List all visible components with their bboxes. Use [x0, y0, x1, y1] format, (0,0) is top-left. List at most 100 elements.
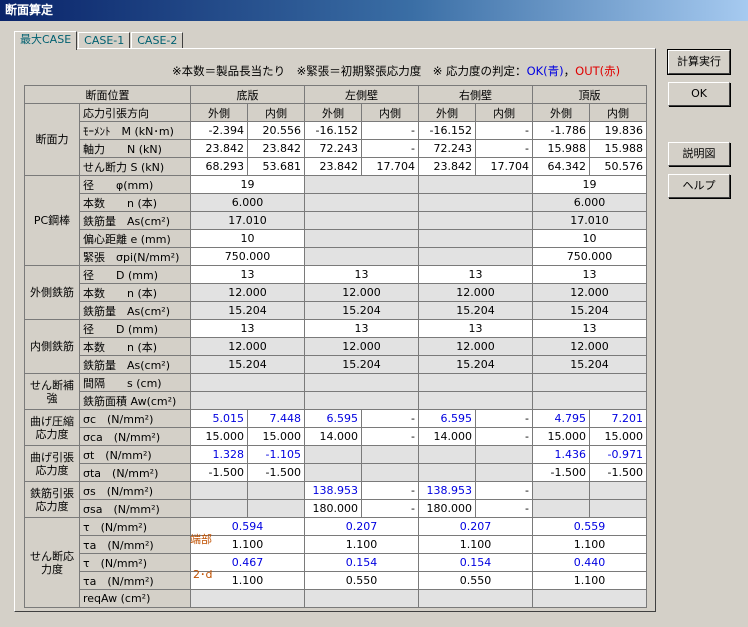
- table-row: τ (N/mm²) 0.467 0.154 0.154 0.440: [25, 553, 647, 572]
- value-cell: -: [475, 481, 533, 500]
- end-marker: 端部: [190, 533, 212, 546]
- value-cell: [475, 445, 533, 464]
- row-label-sr_aw: 鉄筋面積 Aw(cm²): [79, 391, 191, 410]
- value-cell: 4.795: [532, 409, 590, 428]
- section-outer_rebar: 外側鉄筋: [24, 265, 80, 320]
- row-label-taua2: τa (N/mm²): [79, 571, 191, 590]
- value-cell: 138.953: [418, 481, 476, 500]
- row-label-tau1: τ (N/mm²): [79, 517, 191, 536]
- table-row: 鉄筋量 As(cm²) 15.204 15.204 15.204 15.204: [25, 355, 647, 374]
- row-label-reqaw: reqAw (cm²): [79, 589, 191, 608]
- header-row: 断面位置 底版 左側壁 右側壁 頂版: [24, 85, 647, 104]
- value-cell: -: [475, 499, 533, 518]
- header-left: 左側壁: [304, 85, 419, 104]
- value-cell: 15.000: [589, 427, 647, 446]
- value-cell: 15.000: [247, 427, 305, 446]
- row-label-sc: σc (N/mm²): [79, 409, 191, 428]
- section-bend_tens: 曲げ引張応力度: [24, 445, 80, 482]
- row-label-pc_as: 鉄筋量 As(cm²): [79, 211, 191, 230]
- value-cell: -1.786: [532, 121, 590, 140]
- row-label-st: σt (N/mm²): [79, 445, 191, 464]
- value-cell: 180.000: [418, 499, 476, 518]
- window-title: 断面算定: [0, 0, 748, 21]
- value-cell: [304, 211, 419, 230]
- value-cell: [247, 481, 305, 500]
- value-cell: -1.500: [532, 463, 590, 482]
- section-pc: PC鋼棒: [24, 175, 80, 266]
- value-cell: 1.100: [532, 571, 647, 590]
- table-row: 曲げ引張応力度 σt (N/mm²) 1.328 -1.105 1.436 -0.971: [24, 445, 647, 482]
- value-cell: 5.015: [190, 409, 248, 428]
- value-cell: -1.105: [247, 445, 305, 464]
- section-shear: せん断応力度: [24, 517, 80, 608]
- value-cell: 17.704: [361, 157, 419, 176]
- two-d-marker: 2･d: [193, 568, 213, 581]
- section-force: 断面力: [24, 103, 80, 176]
- value-cell: [190, 499, 248, 518]
- value-cell: -1.500: [589, 463, 647, 482]
- value-cell: [190, 589, 305, 608]
- value-cell: 13: [532, 319, 647, 338]
- value-cell: 6.000: [190, 193, 305, 212]
- header-bottom: 底版: [190, 85, 305, 104]
- header-outer: 外側: [418, 103, 476, 122]
- value-cell: 12.000: [418, 283, 533, 302]
- value-cell: [589, 499, 647, 518]
- value-cell: [532, 481, 590, 500]
- tab-case-2[interactable]: CASE-2: [131, 32, 184, 49]
- table-row: せん断力 S (kN) 68.293 53.681 23.842 17.704 23.84…: [25, 157, 647, 176]
- value-cell: -0.971: [589, 445, 647, 464]
- value-cell: 6.000: [532, 193, 647, 212]
- value-cell: 15.000: [532, 427, 590, 446]
- value-cell: [304, 193, 419, 212]
- table-row: 鉄筋量 As(cm²) 17.010 17.010: [25, 211, 647, 230]
- help-button[interactable]: ヘルプ: [668, 174, 730, 198]
- table-row: 本数 n (本) 6.000 6.000: [25, 193, 647, 212]
- value-cell: 13: [304, 265, 419, 284]
- value-cell: -: [475, 427, 533, 446]
- table-row: τa (N/mm²) 1.100 1.100 1.100 1.100: [25, 535, 647, 554]
- legend-note: ※本数＝製品長当たり ※緊張＝初期緊張応力度 ※ 応力度の判定：OK(青)，OU…: [172, 63, 620, 79]
- tab-case-1[interactable]: CASE-1: [78, 32, 131, 49]
- value-cell: 0.207: [418, 517, 533, 536]
- value-cell: 0.550: [418, 571, 533, 590]
- explain-diagram-button[interactable]: 説明図: [668, 142, 730, 166]
- table-row: 断面力 応力引張方向 外側 内側 外側 内側 外側 内側 外側 内側: [24, 103, 647, 176]
- value-cell: [418, 229, 533, 248]
- legend-text: ※本数＝製品長当たり ※緊張＝初期緊張応力度 ※ 応力度の判定：: [172, 64, 527, 78]
- value-cell: 72.243: [304, 139, 362, 158]
- table-row: 軸力 N (kN) 23.842 23.842 72.243-72.243-15.98…: [25, 139, 647, 158]
- row-label-shearforce: せん断力 S (kN): [79, 157, 191, 176]
- value-cell: [247, 499, 305, 518]
- value-cell: [304, 175, 419, 194]
- value-cell: -16.152: [418, 121, 476, 140]
- header-inner: 内側: [361, 103, 419, 122]
- value-cell: 19: [532, 175, 647, 194]
- table-row: σca (N/mm²) 15.000 15.000 14.000-14.000-15.…: [25, 427, 647, 446]
- header-outer: 外側: [190, 103, 248, 122]
- row-label-pc_dia: 径 φ(mm): [79, 175, 191, 194]
- calculate-button[interactable]: 計算実行: [667, 49, 731, 75]
- value-cell: 19: [190, 175, 305, 194]
- value-cell: [589, 481, 647, 500]
- table-row: 鉄筋面積 Aw(cm²): [25, 391, 647, 410]
- row-label-axial: 軸力 N (kN): [79, 139, 191, 158]
- value-cell: 6.595: [304, 409, 362, 428]
- value-cell: [532, 589, 647, 608]
- value-cell: [418, 589, 533, 608]
- value-cell: 180.000: [304, 499, 362, 518]
- tab-max-case[interactable]: 最大CASE: [14, 31, 78, 50]
- value-cell: -: [475, 139, 533, 158]
- value-cell: 64.342: [532, 157, 590, 176]
- header-outer: 外側: [532, 103, 590, 122]
- legend-ok: OK(青): [526, 64, 564, 78]
- row-label-pc_e: 偏心距離 e (mm): [79, 229, 191, 248]
- table-row: 鉄筋引張応力度 σs (N/mm²) 138.953-138.953-: [24, 481, 647, 518]
- value-cell: [304, 463, 362, 482]
- ok-button[interactable]: OK: [668, 82, 730, 106]
- value-cell: 0.559: [532, 517, 647, 536]
- value-cell: -: [361, 499, 419, 518]
- value-cell: 15.204: [190, 301, 305, 320]
- value-cell: 12.000: [304, 283, 419, 302]
- value-cell: 6.595: [418, 409, 476, 428]
